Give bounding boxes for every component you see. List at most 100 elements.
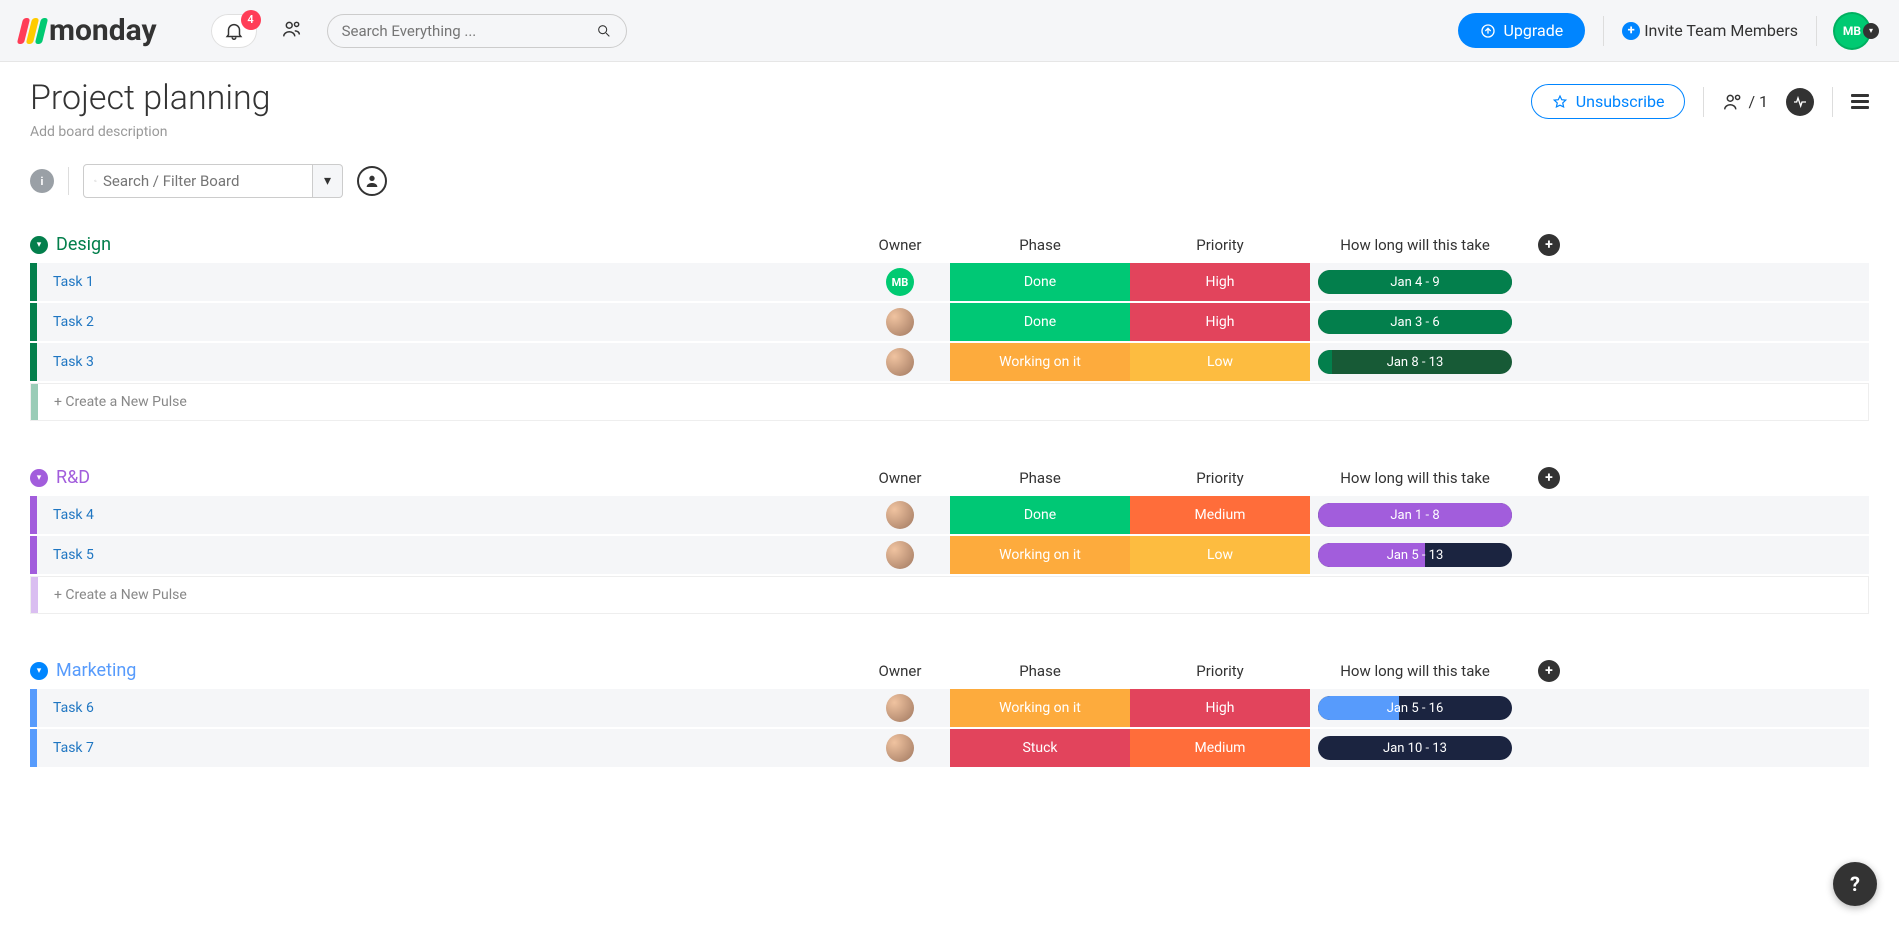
- group-color-indicator: [30, 303, 37, 341]
- add-column-button[interactable]: +: [1538, 660, 1560, 682]
- group-color-indicator: [30, 536, 37, 574]
- timeline-cell[interactable]: Jan 3 - 6: [1310, 303, 1520, 341]
- phase-cell[interactable]: Done: [950, 496, 1130, 534]
- timeline-cell[interactable]: Jan 5 - 13: [1310, 536, 1520, 574]
- owner-cell[interactable]: [850, 689, 950, 727]
- priority-cell[interactable]: Low: [1130, 343, 1310, 381]
- brand-logo[interactable]: monday: [20, 13, 157, 48]
- info-button[interactable]: i: [30, 169, 54, 193]
- column-header-owner[interactable]: Owner: [850, 662, 950, 680]
- global-search[interactable]: [327, 14, 627, 48]
- column-header-timeline[interactable]: How long will this take: [1310, 662, 1520, 680]
- divider: [1816, 16, 1817, 46]
- owner-avatar: MB: [886, 268, 914, 296]
- invite-members-button[interactable]: + Invite Team Members: [1622, 21, 1798, 40]
- task-name[interactable]: Task 5: [37, 547, 850, 563]
- priority-cell[interactable]: High: [1130, 263, 1310, 301]
- group-name[interactable]: Marketing: [56, 660, 136, 681]
- board-title[interactable]: Project planning: [30, 78, 271, 118]
- timeline-cell[interactable]: Jan 8 - 13: [1310, 343, 1520, 381]
- add-column-button[interactable]: +: [1538, 234, 1560, 256]
- timeline-cell[interactable]: Jan 4 - 9: [1310, 263, 1520, 301]
- column-header-priority[interactable]: Priority: [1130, 236, 1310, 254]
- phase-cell[interactable]: Working on it: [950, 343, 1130, 381]
- task-name[interactable]: Task 6: [37, 700, 850, 716]
- task-name[interactable]: Task 3: [37, 354, 850, 370]
- owner-cell[interactable]: [850, 536, 950, 574]
- phase-cell[interactable]: Done: [950, 263, 1130, 301]
- column-header-priority[interactable]: Priority: [1130, 662, 1310, 680]
- members-count[interactable]: / 1: [1722, 91, 1768, 113]
- upgrade-button[interactable]: Upgrade: [1458, 13, 1586, 48]
- row-spacer: [1520, 496, 1560, 534]
- task-name[interactable]: Task 7: [37, 740, 850, 756]
- timeline-label: Jan 5 - 16: [1387, 701, 1444, 716]
- collapse-button[interactable]: ▾: [30, 662, 48, 680]
- owner-cell[interactable]: MB: [850, 263, 950, 301]
- activity-log-button[interactable]: [1786, 88, 1814, 116]
- board-filter[interactable]: [83, 164, 313, 198]
- task-name[interactable]: Task 1: [37, 274, 850, 290]
- board-filter-input[interactable]: [103, 172, 302, 190]
- task-row[interactable]: Task 5 Working on itLowJan 5 - 13: [30, 536, 1869, 574]
- filter-dropdown[interactable]: ▾: [313, 164, 343, 198]
- group-name[interactable]: Design: [56, 234, 111, 255]
- column-header-owner[interactable]: Owner: [850, 236, 950, 254]
- group-color-indicator: [31, 384, 38, 420]
- phase-cell[interactable]: Working on it: [950, 689, 1130, 727]
- column-header-timeline[interactable]: How long will this take: [1310, 469, 1520, 487]
- owner-cell[interactable]: [850, 496, 950, 534]
- notifications-button[interactable]: 4: [211, 14, 257, 48]
- priority-cell[interactable]: Low: [1130, 536, 1310, 574]
- create-pulse-row[interactable]: + Create a New Pulse: [30, 576, 1869, 614]
- plus-icon: +: [1622, 22, 1640, 40]
- task-row[interactable]: Task 3 Working on itLowJan 8 - 13: [30, 343, 1869, 381]
- timeline-cell[interactable]: Jan 1 - 8: [1310, 496, 1520, 534]
- user-menu[interactable]: MB ▾: [1835, 14, 1879, 48]
- create-pulse-row[interactable]: + Create a New Pulse: [30, 383, 1869, 421]
- column-header-phase[interactable]: Phase: [950, 469, 1130, 487]
- column-header-owner[interactable]: Owner: [850, 469, 950, 487]
- logo-stripes-icon: [20, 18, 45, 44]
- owner-cell[interactable]: [850, 303, 950, 341]
- task-name[interactable]: Task 4: [37, 507, 850, 523]
- board-menu-button[interactable]: [1851, 94, 1869, 109]
- pulse-icon: [1792, 94, 1808, 110]
- phase-cell[interactable]: Stuck: [950, 729, 1130, 767]
- priority-cell[interactable]: Medium: [1130, 496, 1310, 534]
- task-row[interactable]: Task 1 MB DoneHighJan 4 - 9: [30, 263, 1869, 301]
- phase-cell[interactable]: Working on it: [950, 536, 1130, 574]
- add-column-button[interactable]: +: [1538, 467, 1560, 489]
- collapse-button[interactable]: ▾: [30, 236, 48, 254]
- group: ▾ Marketing OwnerPhasePriorityHow long wil…: [0, 654, 1899, 807]
- collapse-button[interactable]: ▾: [30, 469, 48, 487]
- people-button[interactable]: [271, 12, 313, 50]
- unsubscribe-button[interactable]: Unsubscribe: [1531, 84, 1686, 119]
- help-button[interactable]: ?: [1833, 862, 1877, 906]
- priority-cell[interactable]: High: [1130, 689, 1310, 727]
- board-description[interactable]: Add board description: [30, 124, 271, 140]
- timeline-cell[interactable]: Jan 10 - 13: [1310, 729, 1520, 767]
- task-row[interactable]: Task 7 StuckMediumJan 10 - 13: [30, 729, 1869, 767]
- priority-cell[interactable]: Medium: [1130, 729, 1310, 767]
- members-count-value: / 1: [1748, 92, 1768, 111]
- task-name[interactable]: Task 2: [37, 314, 850, 330]
- filter-by-person[interactable]: [357, 166, 387, 196]
- column-header-priority[interactable]: Priority: [1130, 469, 1310, 487]
- upgrade-label: Upgrade: [1504, 21, 1564, 40]
- column-header-phase[interactable]: Phase: [950, 236, 1130, 254]
- task-row[interactable]: Task 6 Working on itHigh Jan 5 - 16: [30, 689, 1869, 727]
- task-row[interactable]: Task 4 DoneMediumJan 1 - 8: [30, 496, 1869, 534]
- column-header-timeline[interactable]: How long will this take: [1310, 236, 1520, 254]
- global-search-input[interactable]: [342, 22, 596, 40]
- timeline-cell[interactable]: Jan 5 - 16: [1310, 689, 1520, 727]
- group-name[interactable]: R&D: [56, 467, 90, 488]
- priority-cell[interactable]: High: [1130, 303, 1310, 341]
- owner-cell[interactable]: [850, 343, 950, 381]
- phase-cell[interactable]: Done: [950, 303, 1130, 341]
- column-header-phase[interactable]: Phase: [950, 662, 1130, 680]
- task-row[interactable]: Task 2 DoneHighJan 3 - 6: [30, 303, 1869, 341]
- owner-avatar: [886, 348, 914, 376]
- owner-cell[interactable]: [850, 729, 950, 767]
- group-color-indicator: [30, 496, 37, 534]
